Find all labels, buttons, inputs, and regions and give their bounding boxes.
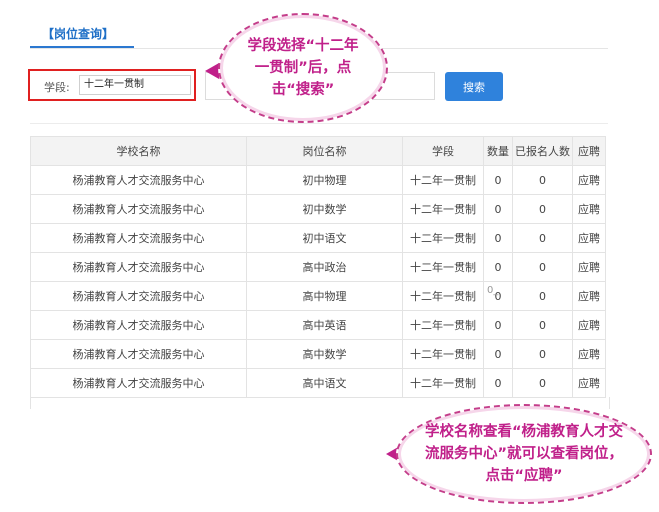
grade-select[interactable]: 十二年一贯制 bbox=[79, 75, 191, 95]
table-header-row: 学校名称 岗位名称 学段 数量 已报名人数 应聘 bbox=[30, 136, 606, 166]
table-row: 杨浦教育人才交流服务中心 初中语文 十二年一贯制 0 0 应聘 bbox=[30, 223, 606, 253]
cell-post: 初中数学 bbox=[246, 194, 403, 224]
cell-post: 高中政治 bbox=[246, 252, 403, 282]
apply-link[interactable]: 应聘 bbox=[572, 252, 606, 282]
job-table: 学校名称 岗位名称 学段 数量 已报名人数 应聘 杨浦教育人才交流服务中心 初中… bbox=[30, 136, 606, 398]
header-school-name: 学校名称 bbox=[30, 136, 247, 166]
table-row: 杨浦教育人才交流服务中心 初中物理 十二年一贯制 0 0 应聘 bbox=[30, 165, 606, 195]
header-count: 数量 bbox=[483, 136, 513, 166]
callout-top: 学段选择“十二年一贯制”后，点击“搜索” bbox=[218, 13, 388, 123]
cell-post: 高中英语 bbox=[246, 310, 403, 340]
search-button[interactable]: 搜索 bbox=[445, 72, 503, 101]
cell-count: 0 bbox=[483, 252, 513, 282]
table-row: 杨浦教育人才交流服务中心 高中物理 十二年一贯制 0 0 应聘 bbox=[30, 281, 606, 311]
cell-enrolled: 0 bbox=[512, 223, 573, 253]
cell-enrolled: 0 bbox=[512, 194, 573, 224]
cell-school: 杨浦教育人才交流服务中心 bbox=[30, 281, 247, 311]
cell-count: 0 bbox=[483, 194, 513, 224]
apply-link[interactable]: 应聘 bbox=[572, 281, 606, 311]
cell-enrolled: 0 bbox=[512, 165, 573, 195]
cell-grade: 十二年一贯制 bbox=[402, 165, 484, 195]
callout-bottom: 学校名称查看“杨浦教育人才交流服务中心”就可以查看岗位，点击“应聘” bbox=[396, 404, 652, 504]
apply-link[interactable]: 应聘 bbox=[572, 165, 606, 195]
cell-school: 杨浦教育人才交流服务中心 bbox=[30, 194, 247, 224]
cell-post: 初中语文 bbox=[246, 223, 403, 253]
cell-count: 0 bbox=[483, 368, 513, 398]
cell-post: 初中物理 bbox=[246, 165, 403, 195]
cell-enrolled: 0 bbox=[512, 339, 573, 369]
cell-count: 0 bbox=[483, 339, 513, 369]
cell-enrolled: 0 bbox=[512, 281, 573, 311]
apply-link[interactable]: 应聘 bbox=[572, 339, 606, 369]
cell-enrolled: 0 bbox=[512, 368, 573, 398]
cell-grade: 十二年一贯制 bbox=[402, 310, 484, 340]
apply-link[interactable]: 应聘 bbox=[572, 223, 606, 253]
cell-school: 杨浦教育人才交流服务中心 bbox=[30, 339, 247, 369]
cell-grade: 十二年一贯制 bbox=[402, 281, 484, 311]
cell-post: 高中物理 bbox=[246, 281, 403, 311]
table-row: 杨浦教育人才交流服务中心 高中数学 十二年一贯制 0 0 应聘 bbox=[30, 339, 606, 369]
section-divider bbox=[30, 123, 608, 124]
callout-bottom-text: 学校名称查看“杨浦教育人才交流服务中心”就可以查看岗位，点击“应聘” bbox=[424, 424, 624, 484]
table-row: 杨浦教育人才交流服务中心 高中政治 十二年一贯制 0 0 应聘 bbox=[30, 252, 606, 282]
cell-school: 杨浦教育人才交流服务中心 bbox=[30, 368, 247, 398]
cell-grade: 十二年一贯制 bbox=[402, 368, 484, 398]
header-apply: 应聘 bbox=[572, 136, 606, 166]
table-row: 杨浦教育人才交流服务中心 初中数学 十二年一贯制 0 0 应聘 bbox=[30, 194, 606, 224]
stray-mark: 0_ bbox=[487, 285, 499, 296]
callout-top-text: 学段选择“十二年一贯制”后，点击“搜索” bbox=[247, 38, 359, 98]
grade-filter-highlight: 学段: 十二年一贯制 bbox=[28, 69, 196, 101]
cell-grade: 十二年一贯制 bbox=[402, 194, 484, 224]
apply-link[interactable]: 应聘 bbox=[572, 194, 606, 224]
cell-grade: 十二年一贯制 bbox=[402, 223, 484, 253]
table-row: 杨浦教育人才交流服务中心 高中英语 十二年一贯制 0 0 应聘 bbox=[30, 310, 606, 340]
grade-label: 学段: bbox=[44, 81, 70, 94]
cell-enrolled: 0 bbox=[512, 252, 573, 282]
cell-grade: 十二年一贯制 bbox=[402, 252, 484, 282]
cell-post: 高中语文 bbox=[246, 368, 403, 398]
header-enrolled: 已报名人数 bbox=[512, 136, 573, 166]
cell-post: 高中数学 bbox=[246, 339, 403, 369]
cell-school: 杨浦教育人才交流服务中心 bbox=[30, 310, 247, 340]
cell-grade: 十二年一贯制 bbox=[402, 339, 484, 369]
apply-link[interactable]: 应聘 bbox=[572, 310, 606, 340]
table-row: 杨浦教育人才交流服务中心 高中语文 十二年一贯制 0 0 应聘 bbox=[30, 368, 606, 398]
cell-enrolled: 0 bbox=[512, 310, 573, 340]
cell-school: 杨浦教育人才交流服务中心 bbox=[30, 223, 247, 253]
cell-school: 杨浦教育人才交流服务中心 bbox=[30, 165, 247, 195]
cell-school: 杨浦教育人才交流服务中心 bbox=[30, 252, 247, 282]
apply-link[interactable]: 应聘 bbox=[572, 368, 606, 398]
cell-count: 0 bbox=[483, 310, 513, 340]
cell-count: 0 bbox=[483, 223, 513, 253]
header-post-name: 岗位名称 bbox=[246, 136, 403, 166]
header-grade: 学段 bbox=[402, 136, 484, 166]
cell-count: 0 bbox=[483, 165, 513, 195]
tab-post-query[interactable]: 【岗位查询】 bbox=[42, 25, 114, 42]
